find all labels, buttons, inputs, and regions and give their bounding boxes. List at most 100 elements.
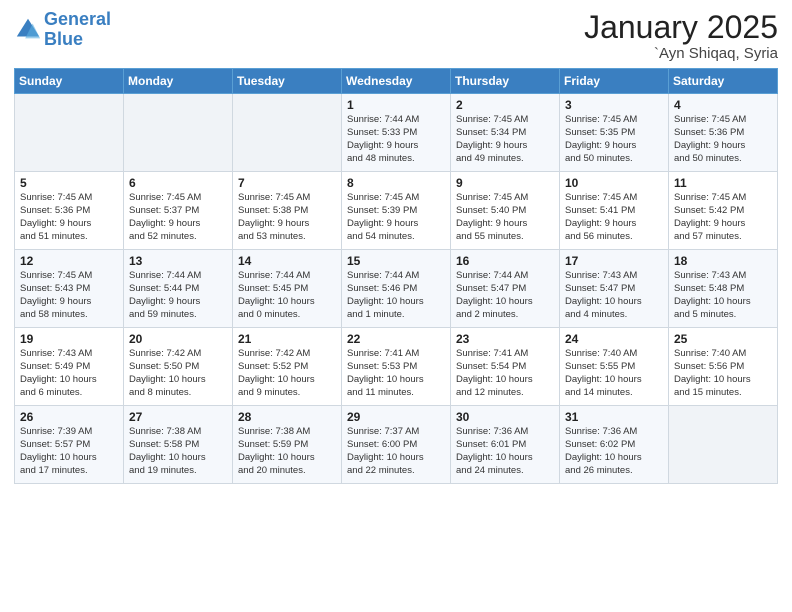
day-number: 30 [456, 410, 554, 424]
cell-data: Sunrise: 7:45 AMSunset: 5:43 PMDaylight:… [20, 270, 118, 321]
cell-data: Sunrise: 7:38 AMSunset: 5:58 PMDaylight:… [129, 426, 227, 477]
calendar-cell: 22Sunrise: 7:41 AMSunset: 5:53 PMDayligh… [342, 328, 451, 406]
calendar-cell: 13 Sunrise: 7:44 AMSunset: 5:44 PMDayligh… [124, 250, 233, 328]
calendar-cell: 3 Sunrise: 7:45 AMSunset: 5:35 PMDaylight… [560, 94, 669, 172]
calendar-subtitle: `Ayn Shiqaq, Syria [584, 45, 778, 62]
calendar-cell: 26 Sunrise: 7:39 AMSunset: 5:57 PMDayligh… [15, 406, 124, 484]
cell-data: Sunrise: 7:45 AMSunset: 5:36 PMDaylight:… [20, 192, 118, 243]
calendar-week-row: 1 Sunrise: 7:44 AMSunset: 5:33 PMDaylight… [15, 94, 778, 172]
cell-data: Sunrise: 7:44 AMSunset: 5:46 PMDaylight:… [347, 270, 445, 321]
day-number: 1 [347, 98, 445, 112]
cell-data: Sunrise: 7:45 AMSunset: 5:41 PMDaylight:… [565, 192, 663, 243]
day-number: 11 [674, 176, 772, 190]
day-number: 24 [565, 332, 663, 346]
cell-data: Sunrise: 7:40 AMSunset: 5:56 PMDaylight:… [674, 348, 772, 399]
calendar-cell: 20 Sunrise: 7:42 AMSunset: 5:50 PMDayligh… [124, 328, 233, 406]
day-number: 27 [129, 410, 227, 424]
cell-data: Sunrise: 7:36 AMSunset: 6:02 PMDaylight:… [565, 426, 663, 477]
cell-data: Sunrise: 7:41 AMSunset: 5:54 PMDaylight:… [456, 348, 554, 399]
calendar-week-row: 5Sunrise: 7:45 AMSunset: 5:36 PMDaylight… [15, 172, 778, 250]
calendar-cell: 6 Sunrise: 7:45 AMSunset: 5:37 PMDaylight… [124, 172, 233, 250]
calendar-cell: 30 Sunrise: 7:36 AMSunset: 6:01 PMDayligh… [451, 406, 560, 484]
cell-data: Sunrise: 7:44 AMSunset: 5:44 PMDaylight:… [129, 270, 227, 321]
day-number: 28 [238, 410, 336, 424]
calendar-cell: 1 Sunrise: 7:44 AMSunset: 5:33 PMDaylight… [342, 94, 451, 172]
header: General Blue January 2025 `Ayn Shiqaq, S… [14, 10, 778, 62]
cell-data: Sunrise: 7:45 AMSunset: 5:35 PMDaylight:… [565, 114, 663, 165]
day-number: 17 [565, 254, 663, 268]
col-tuesday: Tuesday [233, 69, 342, 94]
cell-data: Sunrise: 7:39 AMSunset: 5:57 PMDaylight:… [20, 426, 118, 477]
cell-data: Sunrise: 7:45 AMSunset: 5:38 PMDaylight:… [238, 192, 336, 243]
day-number: 16 [456, 254, 554, 268]
cell-data: Sunrise: 7:45 AMSunset: 5:40 PMDaylight:… [456, 192, 554, 243]
calendar-week-row: 12 Sunrise: 7:45 AMSunset: 5:43 PMDayligh… [15, 250, 778, 328]
col-wednesday: Wednesday [342, 69, 451, 94]
title-block: January 2025 `Ayn Shiqaq, Syria [584, 10, 778, 62]
day-number: 3 [565, 98, 663, 112]
calendar-cell [124, 94, 233, 172]
day-number: 25 [674, 332, 772, 346]
day-number: 26 [20, 410, 118, 424]
cell-data: Sunrise: 7:44 AMSunset: 5:45 PMDaylight:… [238, 270, 336, 321]
calendar-cell: 21 Sunrise: 7:42 AMSunset: 5:52 PMDayligh… [233, 328, 342, 406]
cell-data: Sunrise: 7:44 AMSunset: 5:47 PMDaylight:… [456, 270, 554, 321]
calendar-header-row: Sunday Monday Tuesday Wednesday Thursday… [15, 69, 778, 94]
calendar-week-row: 19Sunrise: 7:43 AMSunset: 5:49 PMDayligh… [15, 328, 778, 406]
calendar-cell: 25 Sunrise: 7:40 AMSunset: 5:56 PMDayligh… [669, 328, 778, 406]
cell-data: Sunrise: 7:45 AMSunset: 5:37 PMDaylight:… [129, 192, 227, 243]
col-saturday: Saturday [669, 69, 778, 94]
day-number: 19 [20, 332, 118, 346]
col-monday: Monday [124, 69, 233, 94]
logo-line2: Blue [44, 29, 83, 49]
day-number: 21 [238, 332, 336, 346]
day-number: 13 [129, 254, 227, 268]
calendar-cell: 17 Sunrise: 7:43 AMSunset: 5:47 PMDayligh… [560, 250, 669, 328]
calendar-cell [233, 94, 342, 172]
calendar-cell: 19Sunrise: 7:43 AMSunset: 5:49 PMDayligh… [15, 328, 124, 406]
calendar-week-row: 26 Sunrise: 7:39 AMSunset: 5:57 PMDayligh… [15, 406, 778, 484]
cell-data: Sunrise: 7:45 AMSunset: 5:42 PMDaylight:… [674, 192, 772, 243]
calendar-cell: 2Sunrise: 7:45 AMSunset: 5:34 PMDaylight… [451, 94, 560, 172]
calendar-cell: 4 Sunrise: 7:45 AMSunset: 5:36 PMDaylight… [669, 94, 778, 172]
logo-text: General Blue [44, 10, 111, 50]
calendar-cell: 23 Sunrise: 7:41 AMSunset: 5:54 PMDayligh… [451, 328, 560, 406]
day-number: 6 [129, 176, 227, 190]
calendar-cell: 31 Sunrise: 7:36 AMSunset: 6:02 PMDayligh… [560, 406, 669, 484]
calendar-cell: 27 Sunrise: 7:38 AMSunset: 5:58 PMDayligh… [124, 406, 233, 484]
calendar-table: Sunday Monday Tuesday Wednesday Thursday… [14, 68, 778, 484]
day-number: 29 [347, 410, 445, 424]
day-number: 12 [20, 254, 118, 268]
col-friday: Friday [560, 69, 669, 94]
calendar-cell: 10 Sunrise: 7:45 AMSunset: 5:41 PMDayligh… [560, 172, 669, 250]
cell-data: Sunrise: 7:44 AMSunset: 5:33 PMDaylight:… [347, 114, 445, 165]
cell-data: Sunrise: 7:38 AMSunset: 5:59 PMDaylight:… [238, 426, 336, 477]
calendar-cell: 7Sunrise: 7:45 AMSunset: 5:38 PMDaylight… [233, 172, 342, 250]
cell-data: Sunrise: 7:45 AMSunset: 5:36 PMDaylight:… [674, 114, 772, 165]
day-number: 23 [456, 332, 554, 346]
cell-data: Sunrise: 7:42 AMSunset: 5:50 PMDaylight:… [129, 348, 227, 399]
day-number: 2 [456, 98, 554, 112]
cell-data: Sunrise: 7:45 AMSunset: 5:39 PMDaylight:… [347, 192, 445, 243]
cell-data: Sunrise: 7:37 AMSunset: 6:00 PMDaylight:… [347, 426, 445, 477]
cell-data: Sunrise: 7:42 AMSunset: 5:52 PMDaylight:… [238, 348, 336, 399]
cell-data: Sunrise: 7:41 AMSunset: 5:53 PMDaylight:… [347, 348, 445, 399]
day-number: 18 [674, 254, 772, 268]
calendar-cell: 11 Sunrise: 7:45 AMSunset: 5:42 PMDayligh… [669, 172, 778, 250]
day-number: 9 [456, 176, 554, 190]
day-number: 31 [565, 410, 663, 424]
calendar-cell: 15Sunrise: 7:44 AMSunset: 5:46 PMDayligh… [342, 250, 451, 328]
calendar-cell: 28 Sunrise: 7:38 AMSunset: 5:59 PMDayligh… [233, 406, 342, 484]
main-container: General Blue January 2025 `Ayn Shiqaq, S… [0, 0, 792, 494]
col-thursday: Thursday [451, 69, 560, 94]
calendar-cell: 12 Sunrise: 7:45 AMSunset: 5:43 PMDayligh… [15, 250, 124, 328]
day-number: 4 [674, 98, 772, 112]
cell-data: Sunrise: 7:43 AMSunset: 5:48 PMDaylight:… [674, 270, 772, 321]
cell-data: Sunrise: 7:43 AMSunset: 5:47 PMDaylight:… [565, 270, 663, 321]
logo: General Blue [14, 10, 111, 50]
day-number: 20 [129, 332, 227, 346]
calendar-title: January 2025 [584, 10, 778, 45]
logo-icon [14, 16, 42, 44]
day-number: 10 [565, 176, 663, 190]
cell-data: Sunrise: 7:36 AMSunset: 6:01 PMDaylight:… [456, 426, 554, 477]
